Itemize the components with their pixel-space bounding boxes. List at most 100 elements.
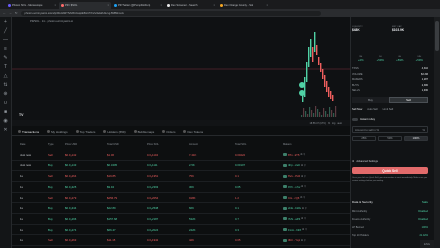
preset-50[interactable]: 50% [378, 136, 402, 141]
crosshair-icon[interactable]: + [3, 19, 9, 25]
maker-cell[interactable]: 6Vu...P2d ⧉ ⚲ [283, 174, 331, 178]
url-field[interactable]: photon-sol.tinyastro.io/en/lp/9G4HWYfVH8… [20, 10, 321, 16]
auto-sell-tab[interactable]: Auto Sell [367, 108, 377, 111]
tab-dev-tokens[interactable]: Dev Tokens [183, 130, 203, 134]
maker-cell[interactable]: CtL...rQ6 ⧉ ⚲ [283, 196, 331, 200]
table-row[interactable]: 1s Sell $0.0₄279 $256.79 0.0₆2054 918K 1.2 CtL.… [12, 193, 350, 204]
auto-toggle[interactable]: auto [337, 122, 342, 125]
filter-icon[interactable]: ⚲ [305, 207, 307, 210]
filter-icon[interactable]: ⚲ [304, 164, 306, 167]
copy-icon[interactable]: ⧉ [301, 185, 303, 188]
col-amount[interactable]: Amount [189, 143, 235, 146]
quick-sell-button[interactable]: Quick Sell [352, 167, 428, 174]
browser-tab[interactable]: Dex Screener - Search × [165, 2, 217, 9]
copy-icon[interactable]: ⧉ [301, 239, 303, 242]
volume-bar [303, 108, 305, 117]
tab-transactions[interactable]: Transactions [18, 130, 39, 134]
filter-icon[interactable]: ⚲ [304, 175, 306, 178]
maker-cell[interactable]: 7kN...aP4 ⧉ ⚲ [283, 217, 331, 221]
col-price-sol[interactable]: Price SOL [147, 143, 189, 146]
log-toggle[interactable]: log [332, 122, 335, 125]
browser-tab[interactable]: Dex Orange County - Sol × [218, 2, 270, 9]
browser-tab[interactable]: Photon SOL - Memescope × [6, 2, 58, 9]
limit-sell-tab[interactable]: Limit Sell [383, 108, 394, 111]
col-total-usd[interactable]: Total USD [107, 143, 147, 146]
table-row[interactable]: 1s Sell $0.0₄263 $11.15 0.0₆1942 42K 0.05 3Rc..… [12, 236, 350, 247]
close-tab-icon[interactable]: × [160, 4, 162, 7]
filter-icon[interactable]: ⚲ [304, 185, 306, 188]
copy-icon[interactable]: ⧉ [301, 164, 303, 167]
maker-cell[interactable]: 2nE...bWe ⧉ ⚲ [283, 206, 331, 210]
tab-orders[interactable]: Orders [162, 130, 175, 134]
col-makers[interactable]: Makers [283, 143, 331, 146]
tab-bubblemaps[interactable]: Bubblemaps [133, 130, 154, 134]
close-tab-icon[interactable]: × [54, 4, 56, 7]
copy-icon[interactable]: ⧉ [300, 153, 302, 156]
maker-cell[interactable]: 9Yh...s7w ⧉ ⚲ [283, 185, 331, 189]
copy-icon[interactable]: ⧉ [302, 207, 304, 210]
maker-address: 6Vu...P2d [288, 174, 301, 179]
copy-icon[interactable]: ⧉ [301, 175, 303, 178]
filter-icon[interactable]: ⚲ [304, 217, 306, 220]
table-row[interactable]: 1s Buy $0.0₄296 $157.68 0.0₆2187 532K 0.7 7kN..… [12, 214, 350, 225]
pattern-icon[interactable]: △ [3, 73, 9, 79]
tab-holders-[interactable]: Holders (659) [103, 130, 126, 134]
zoom-icon[interactable]: ⊕ [3, 91, 9, 97]
maker-cell[interactable]: 8Tv...kT5 ⧉ ⚲ [283, 153, 331, 157]
tab-top-traders[interactable]: Top Traders [75, 130, 95, 134]
magnet-icon[interactable]: ∪ [3, 100, 9, 106]
sell-now-tab[interactable]: Sell Now [352, 108, 362, 111]
col-price-usd[interactable]: Price USD [65, 143, 107, 146]
filter-icon[interactable]: ⚲ [305, 228, 307, 231]
instant-rebuy-toggle[interactable] [352, 117, 358, 121]
preset-25[interactable]: 25% [352, 136, 376, 141]
table-row[interactable]: 1s Sell $0.0₄264 $19.85 0.0₆1951 75K 0.1 6Vu...… [12, 171, 350, 182]
trash-icon[interactable]: ✕ [3, 127, 9, 133]
table-row[interactable]: Just now Buy $0.0₄143 $0.3405 0.0₆1111 2.5K 0.… [12, 161, 350, 172]
col-total-sol[interactable]: Total SOL [235, 143, 283, 146]
tab-my-holdings[interactable]: My Holdings [47, 130, 68, 134]
sell-tab[interactable]: Sell [389, 97, 428, 103]
filter-icon[interactable]: ⚲ [303, 153, 305, 156]
browser-tab[interactable]: PR / $SOL × [59, 2, 111, 9]
col-date[interactable]: Date [20, 143, 48, 146]
ruler-icon[interactable]: ⇅ [3, 82, 9, 88]
filter-icon[interactable]: ⚲ [304, 239, 306, 242]
text-icon[interactable]: T [3, 64, 9, 70]
advanced-settings[interactable]: ⚙ Advanced Settings [352, 160, 428, 163]
price-chart[interactable] [12, 17, 350, 120]
maker-cell[interactable]: 4Fp...2eK ⧉ ⚲ [283, 163, 331, 167]
table-row[interactable]: 1s Buy $0.0₄274 $66.47 0.0₆2024 242K 0.3 FmA...… [12, 225, 350, 236]
maker-cell[interactable]: 3Rc...Yq1 ⧉ ⚲ [283, 238, 331, 242]
fib-icon[interactable]: ≡ [3, 46, 9, 52]
buy-tab[interactable]: Buy [352, 97, 389, 103]
eye-icon[interactable]: ◉ [3, 118, 9, 124]
security-header[interactable]: Data & Security Safe [352, 200, 428, 204]
table-row[interactable]: 1s Buy $0.0₄325 $9.94 0.0₆2393 30K 0.05 9Yh...s… [12, 182, 350, 193]
percent-toggle[interactable]: % [328, 122, 330, 125]
trendline-icon[interactable]: ╱ [3, 28, 9, 34]
sell-amount-input[interactable]: Amount to sell in % % [352, 126, 428, 133]
copy-icon[interactable]: ⧉ [301, 217, 303, 220]
table-row[interactable]: 1s Buy $0.0₄344 $22.89 0.0₆2538 66K 0.1 2nE...b… [12, 204, 350, 214]
browser-tab[interactable]: PR Twitter (@PumpDotFun) × [112, 2, 164, 9]
maker-cell[interactable]: FmA...h9X ⧉ ⚲ [283, 228, 331, 232]
lock-icon[interactable]: ■ [3, 109, 9, 115]
forward-icon[interactable]: → [9, 11, 12, 15]
back-icon[interactable]: ← [3, 11, 6, 15]
preset-100[interactable]: 100% [404, 136, 428, 141]
brush-icon[interactable]: ✎ [3, 55, 9, 61]
instant-rebuy-label: Instant rebuy [360, 117, 375, 121]
filter-icon[interactable]: ⚲ [303, 196, 305, 199]
col-type[interactable]: Type [48, 143, 65, 146]
horizontal-line-icon[interactable]: ― [3, 37, 9, 43]
close-tab-icon[interactable]: × [213, 4, 215, 7]
copy-icon[interactable]: ⧉ [300, 196, 302, 199]
table-row[interactable]: Just now Sell $0.0₄142 $1.06 0.0₆1104 7.41K 0.… [12, 150, 350, 161]
scroll-thumb[interactable] [435, 21, 439, 51]
reload-icon[interactable]: ↻ [15, 11, 18, 15]
close-tab-icon[interactable]: × [107, 4, 109, 7]
copy-icon[interactable]: ⧉ [302, 228, 304, 231]
page-scrollbar[interactable] [434, 17, 440, 248]
close-tab-icon[interactable]: × [266, 4, 268, 7]
